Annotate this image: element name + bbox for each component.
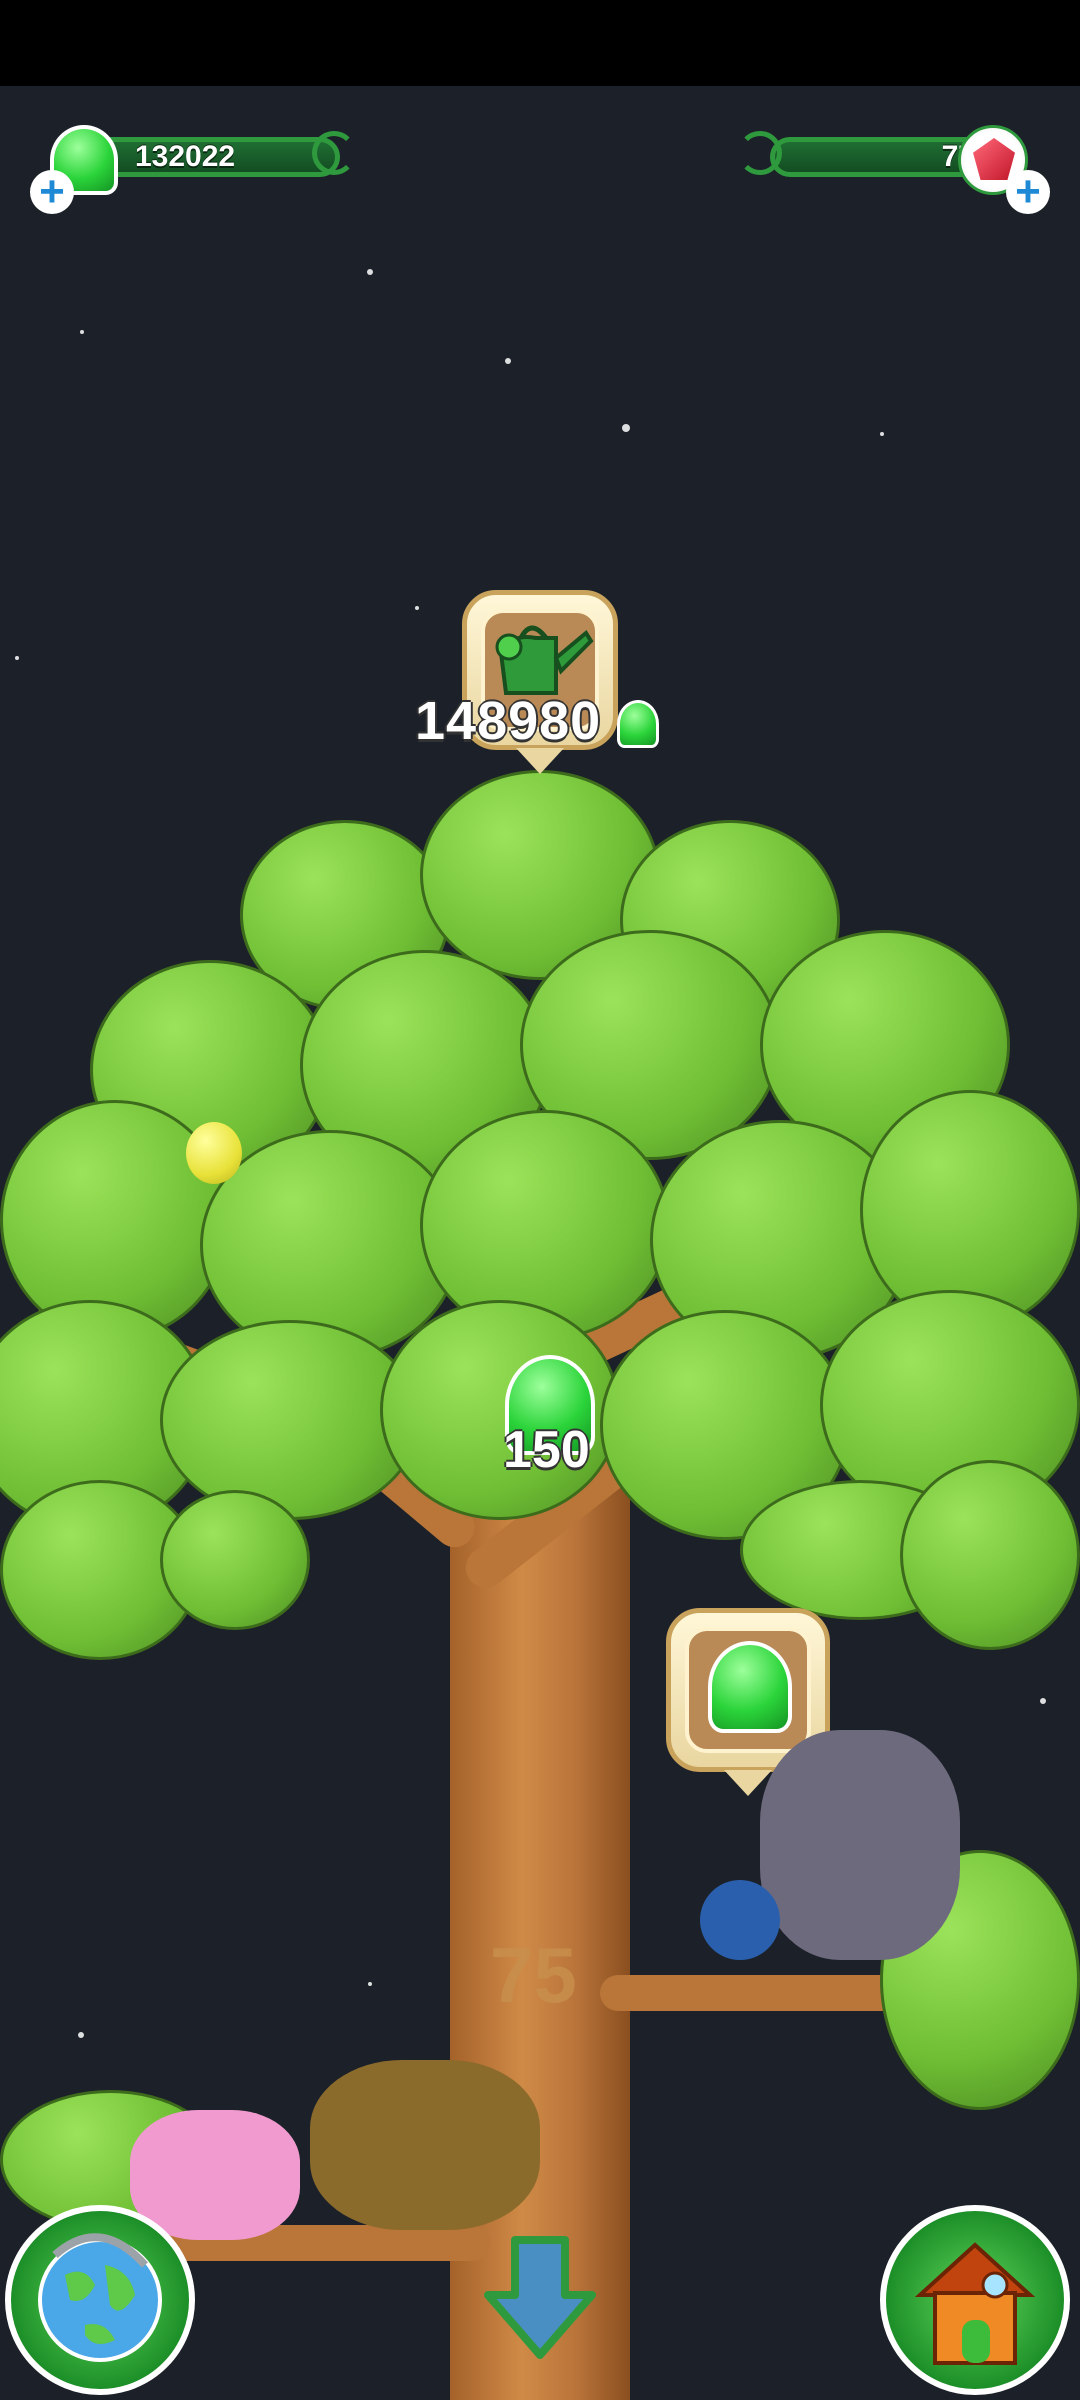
green-gem-icon — [617, 700, 659, 748]
down-arrow-icon[interactable] — [480, 2235, 600, 2365]
green-gem-icon — [708, 1641, 792, 1733]
add-gems-button[interactable]: + — [30, 170, 74, 214]
world-map-button[interactable] — [5, 2205, 195, 2395]
plus-icon: + — [39, 167, 65, 216]
star — [78, 2032, 84, 2038]
plus-icon: + — [1015, 167, 1041, 216]
star — [880, 432, 884, 436]
axolotl[interactable] — [130, 2110, 300, 2240]
gems-counter[interactable]: 132022 + — [30, 125, 356, 214]
gorilla[interactable] — [760, 1730, 960, 1960]
star — [1040, 1698, 1046, 1704]
bird[interactable] — [700, 1880, 780, 1960]
star — [622, 424, 630, 432]
house-icon — [914, 2242, 1036, 2365]
star — [505, 358, 511, 364]
home-button[interactable] — [880, 2205, 1070, 2395]
gem-reward-value: 150 — [503, 1421, 590, 1479]
add-rubies-button[interactable]: + — [1006, 170, 1050, 214]
tree-level-label: 75 — [490, 1931, 577, 2019]
vine-decoration — [738, 131, 782, 175]
rubies-counter[interactable]: 77 + — [730, 125, 1050, 214]
camel[interactable] — [310, 2060, 540, 2230]
star — [80, 330, 84, 334]
gems-value: 132022 — [135, 140, 236, 173]
balloon[interactable] — [186, 1122, 242, 1184]
water-cost: 148980 — [415, 691, 602, 751]
status-bar — [0, 0, 1080, 86]
star — [367, 269, 373, 275]
star — [15, 656, 19, 660]
globe-icon — [38, 2233, 162, 2362]
star — [415, 606, 419, 610]
vine-decoration — [312, 131, 356, 175]
star — [368, 1982, 372, 1986]
